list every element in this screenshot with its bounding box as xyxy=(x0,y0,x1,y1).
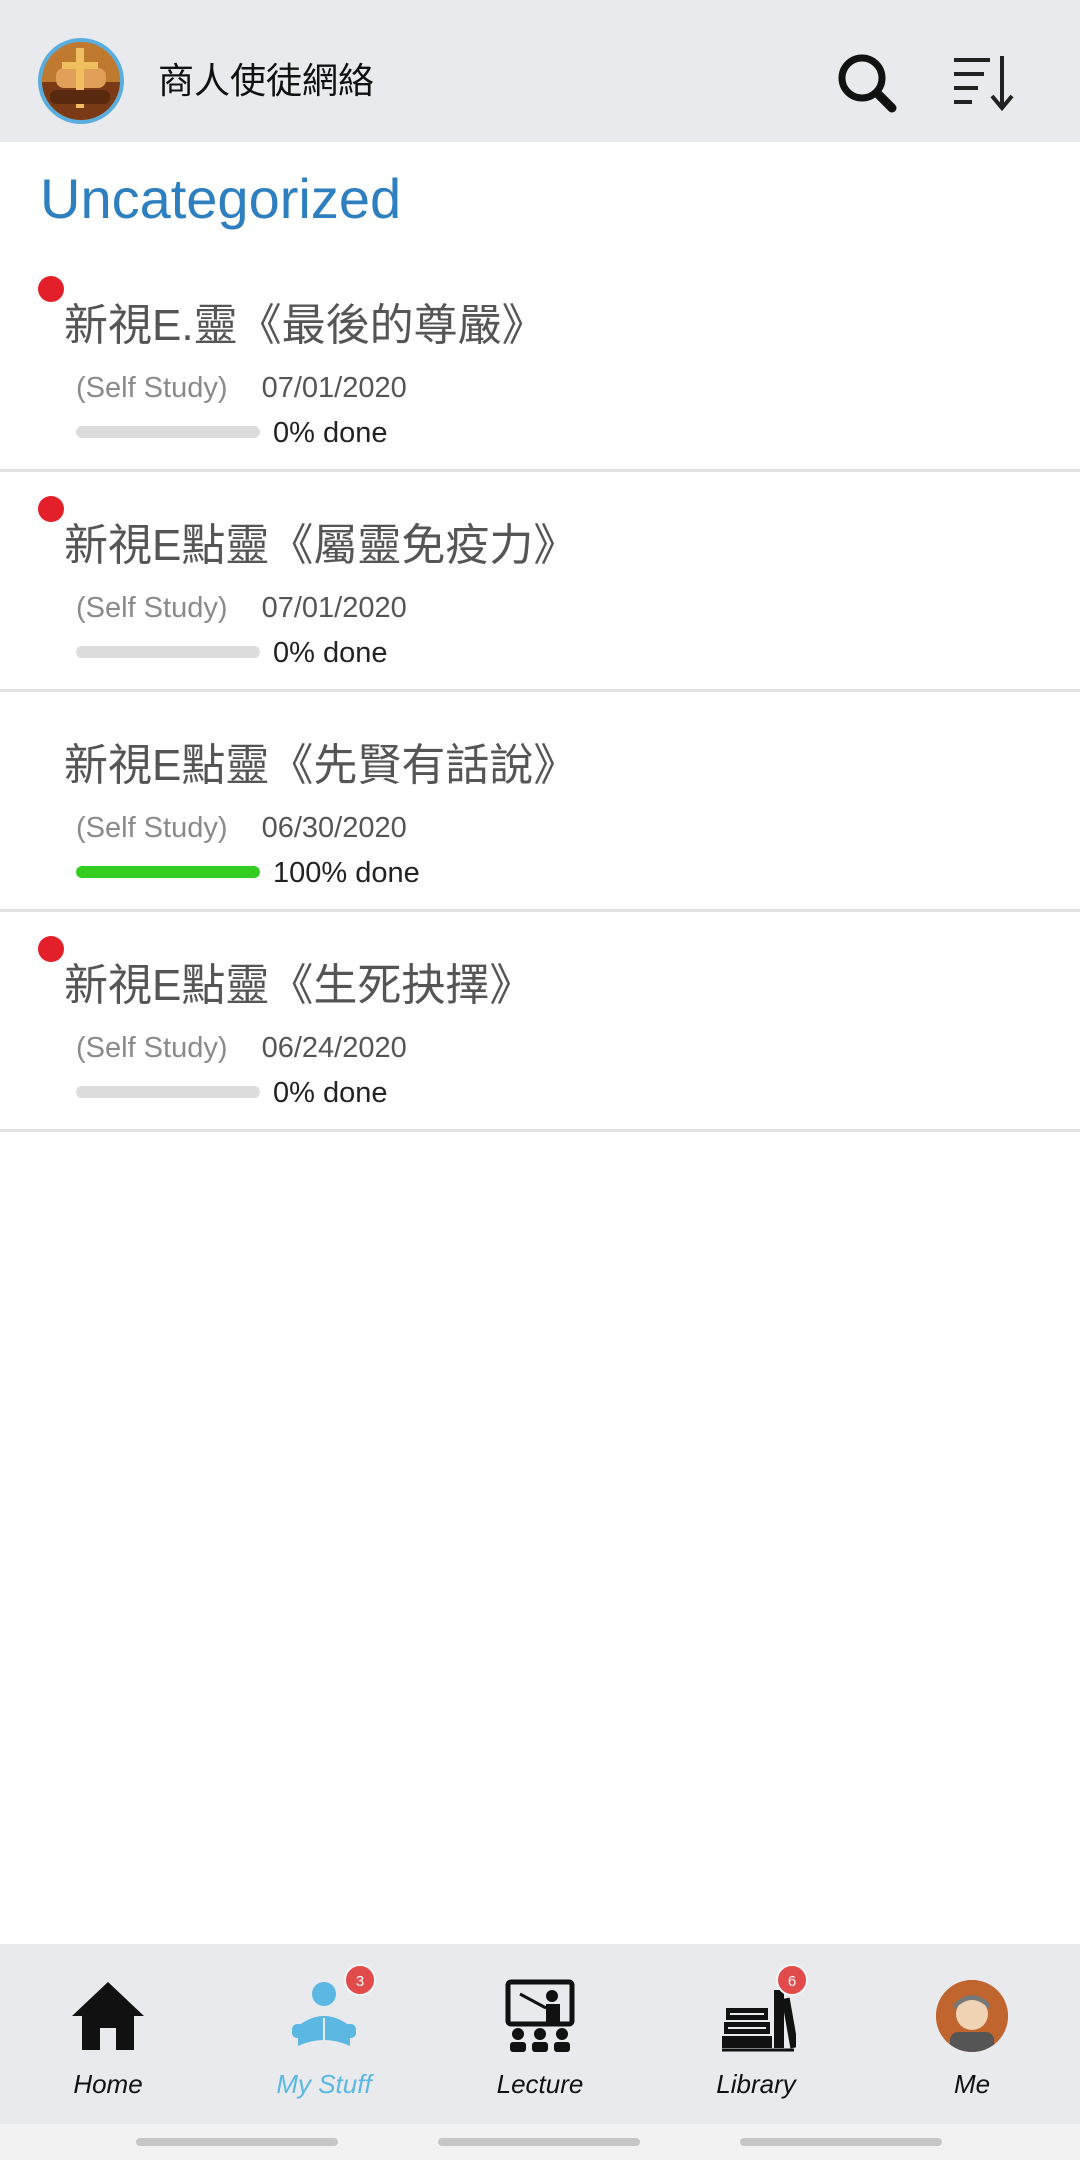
course-meta: (Self Study) 07/01/2020 xyxy=(76,588,407,628)
course-list: 新視E.靈《最後的尊嚴》 (Self Study) 07/01/2020 0% … xyxy=(0,252,1080,1132)
course-title: 新視E點靈《先賢有話說》 xyxy=(64,741,578,790)
list-item[interactable]: 新視E點靈《屬靈免疫力》 (Self Study) 07/01/2020 0% … xyxy=(0,472,1080,692)
course-date: 06/30/2020 xyxy=(261,812,407,844)
nav-label-me: Me xyxy=(953,2069,991,2099)
unread-dot xyxy=(38,276,64,302)
lecture-icon xyxy=(500,1976,580,2056)
progress-fill xyxy=(76,866,260,878)
nav-label-home: Home xyxy=(73,2069,143,2099)
progress-label: 0% done xyxy=(273,637,388,669)
progress-label: 0% done xyxy=(273,417,388,449)
progress-bar xyxy=(76,866,260,878)
progress-bar xyxy=(76,1086,260,1098)
my-stuff-badge: 3 xyxy=(344,1964,376,1996)
library-badge: 6 xyxy=(776,1964,808,1996)
nav-library[interactable]: 6 Library xyxy=(648,1944,864,2124)
profile-avatar xyxy=(936,1980,1008,2052)
course-meta: (Self Study) 06/30/2020 xyxy=(76,808,407,848)
unread-dot xyxy=(38,936,64,962)
list-item[interactable]: 新視E.靈《最後的尊嚴》 (Self Study) 07/01/2020 0% … xyxy=(0,252,1080,472)
course-type: (Self Study) xyxy=(76,592,228,624)
course-date: 06/24/2020 xyxy=(261,1032,407,1064)
sort-icon[interactable] xyxy=(948,48,1018,118)
course-meta: (Self Study) 06/24/2020 xyxy=(76,1028,407,1068)
app-header: 商人使徒網絡 xyxy=(0,0,1080,142)
gesture-pill[interactable] xyxy=(740,2138,942,2146)
progress-label: 0% done xyxy=(273,1077,388,1109)
section-title: Uncategorized xyxy=(40,167,402,230)
bottom-nav: Home 3 My Stuff Lecture 6 Library Me xyxy=(0,1944,1080,2124)
course-title: 新視E.靈《最後的尊嚴》 xyxy=(64,301,546,350)
course-type: (Self Study) xyxy=(76,1032,228,1064)
course-title: 新視E點靈《屬靈免疫力》 xyxy=(64,521,578,570)
course-type: (Self Study) xyxy=(76,812,228,844)
org-name: 商人使徒網絡 xyxy=(158,60,375,101)
nav-label-my-stuff: My Stuff xyxy=(276,2069,372,2099)
progress-bar xyxy=(76,426,260,438)
list-item[interactable]: 新視E點靈《先賢有話說》 (Self Study) 06/30/2020 100… xyxy=(0,692,1080,912)
system-gesture-area xyxy=(0,2124,1080,2160)
unread-dot xyxy=(38,496,64,522)
course-type: (Self Study) xyxy=(76,372,228,404)
nav-home[interactable]: Home xyxy=(0,1944,216,2124)
nav-label-lecture: Lecture xyxy=(496,2069,584,2099)
course-title: 新視E點靈《生死抉擇》 xyxy=(64,961,534,1010)
progress-bar xyxy=(76,646,260,658)
nav-me[interactable]: Me xyxy=(864,1944,1080,2124)
home-icon xyxy=(68,1976,148,2056)
course-meta: (Self Study) 07/01/2020 xyxy=(76,368,407,408)
gesture-pill[interactable] xyxy=(136,2138,338,2146)
nav-my-stuff[interactable]: 3 My Stuff xyxy=(216,1944,432,2124)
list-item[interactable]: 新視E點靈《生死抉擇》 (Self Study) 06/24/2020 0% d… xyxy=(0,912,1080,1132)
gesture-pill[interactable] xyxy=(438,2138,640,2146)
progress-label: 100% done xyxy=(273,857,420,889)
course-date: 07/01/2020 xyxy=(261,372,407,404)
search-icon[interactable] xyxy=(832,48,902,118)
nav-lecture[interactable]: Lecture xyxy=(432,1944,648,2124)
org-logo-avatar[interactable] xyxy=(38,38,124,124)
nav-label-library: Library xyxy=(716,2069,796,2099)
course-date: 07/01/2020 xyxy=(261,592,407,624)
